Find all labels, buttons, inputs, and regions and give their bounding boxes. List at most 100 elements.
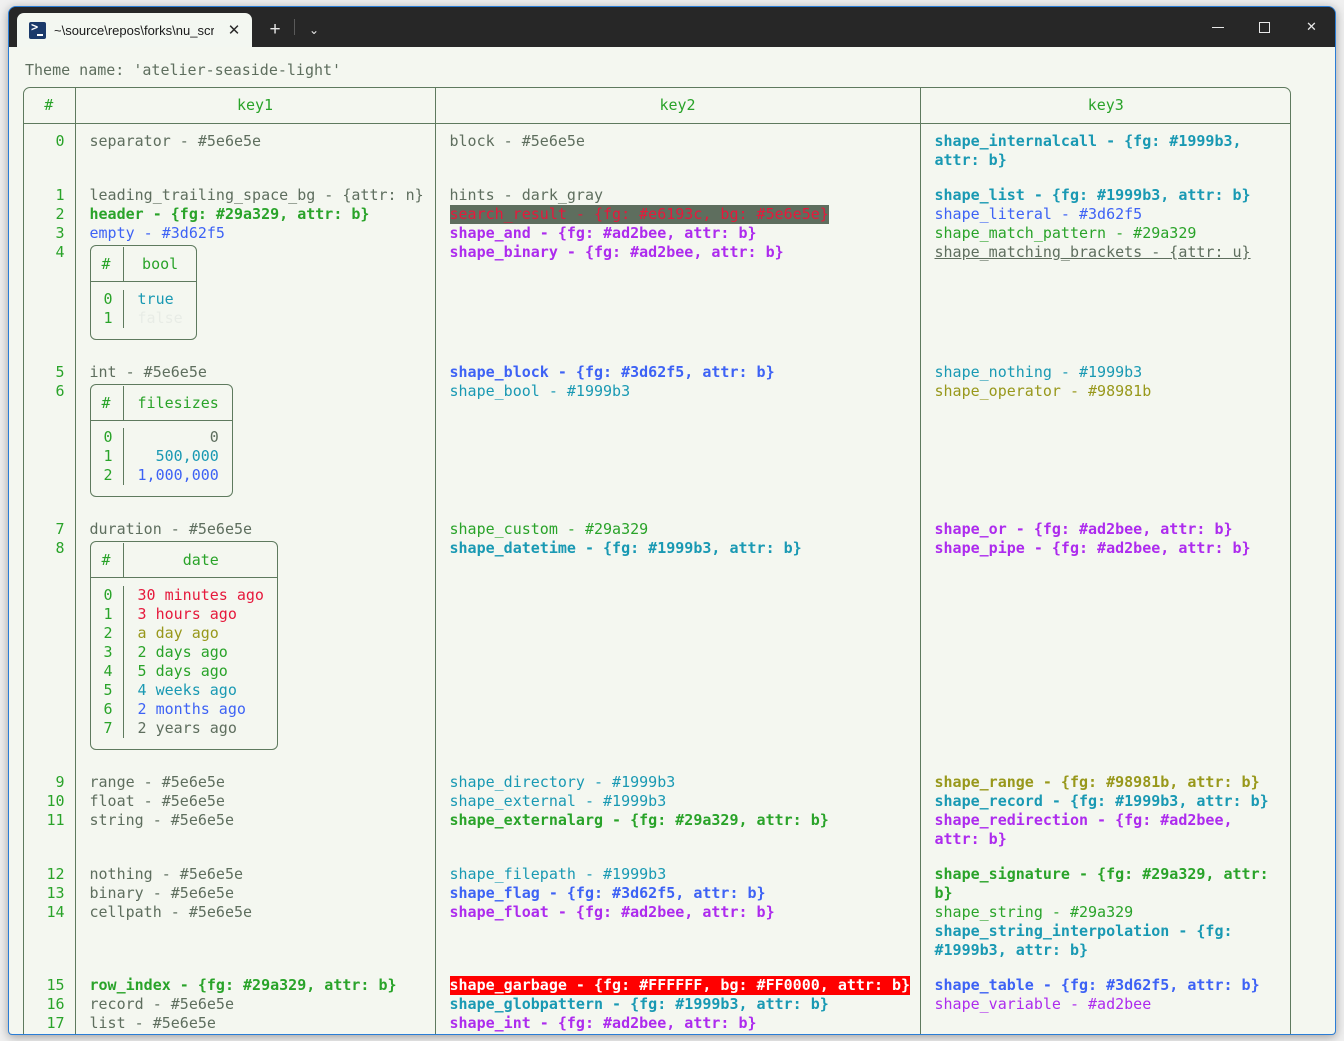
row-index-cell: 0 — [23, 123, 76, 178]
nested-table-row: 0 30 minutes ago — [89, 585, 278, 605]
theme-entry: shape_custom - #29a329 — [449, 520, 649, 538]
table-row: 1 2 3 4 leading_trailing_space_bg - {attr: n… — [23, 178, 1291, 355]
minimize-icon — [1211, 26, 1224, 28]
nested-row-index: 7 — [89, 718, 124, 738]
cell-key1: duration - #5e6e5e # date 0 30 minutes ago 1 3… — [75, 512, 436, 765]
theme-entry: shape_flag - {fg: #3d62f5, attr: b} — [449, 883, 766, 902]
theme-entry: shape_bool - #1999b3 — [449, 381, 631, 400]
close-tab-icon[interactable]: ✕ — [224, 20, 244, 40]
row-index: 12 — [46, 864, 65, 883]
theme-entry: foreground - #5e6e5e — [935, 1033, 1284, 1035]
nested-row-index: 1 — [89, 447, 124, 466]
theme-entry — [935, 1014, 1284, 1033]
theme-entry: block - #5e6e5e — [449, 132, 585, 150]
row-index: 18 — [23, 1033, 64, 1035]
theme-entry: shape_binary - {fg: #ad2bee, attr: b} — [449, 243, 784, 261]
table-row: 7 8 duration - #5e6e5e # date 0 30 minutes ago… — [23, 512, 1291, 765]
nested-row-value: 0 — [209, 428, 219, 446]
minimize-button[interactable] — [1194, 7, 1241, 47]
nested-table-row: 2 a day ago — [89, 623, 278, 643]
table-row: 9 10 11 range - #5e6e5e float - #5e6e5e strin… — [23, 764, 1291, 857]
maximize-button[interactable] — [1241, 7, 1288, 47]
terminal-output[interactable]: Theme name: 'atelier-seaside-light' # ke… — [9, 47, 1335, 1034]
tab-title: ~\source\repos\forks\nu_scrip — [54, 22, 214, 38]
nested-table-row: 2 1,000,000 — [89, 466, 233, 485]
nested-header-index: # — [89, 385, 124, 421]
nested-table-row: 4 5 days ago — [89, 661, 278, 681]
nested-header-index: # — [89, 543, 124, 578]
row-index: 14 — [46, 902, 65, 921]
cell-key3: shape_or - {fg: #ad2bee, attr: b} shape_p… — [920, 512, 1291, 765]
row-index: 9 — [55, 772, 65, 791]
header-index: # — [23, 87, 76, 124]
nested-row-value: a day ago — [137, 623, 219, 642]
cell-key2: hints - dark_gray search_result - {fg: #e… — [435, 178, 921, 355]
nested-row-index: 3 — [89, 642, 124, 662]
table-row: 12 13 14 nothing - #5e6e5e binary - #5e6e5e c… — [23, 856, 1291, 968]
nested-row-index: 2 — [89, 623, 124, 643]
new-tab-button[interactable]: + — [258, 13, 292, 47]
tab-active[interactable]: ~\source\repos\forks\nu_scrip ✕ — [17, 13, 252, 47]
nested-table-row: 00 — [89, 428, 233, 447]
cell-key3: shape_signature - {fg: #29a329, attr: b}… — [920, 857, 1291, 968]
cell-key1: range - #5e6e5e float - #5e6e5e string - #… — [75, 764, 436, 857]
theme-entry: search_result - {fg: #e6193c, bg: #5e6e5… — [449, 205, 829, 224]
row-index: 13 — [46, 883, 65, 902]
header-key2: key2 — [435, 87, 921, 124]
table-body: 0 separator - #5e6e5e block - #5e6e5e shape… — [23, 123, 1291, 1035]
nested-row-index: 5 — [89, 680, 124, 700]
header-key1: key1 — [75, 87, 436, 124]
cell-key2: shape_directory - #1999b3 shape_external … — [435, 764, 921, 857]
row-index: 2 — [55, 205, 65, 223]
row-index: 15 — [46, 975, 65, 994]
nested-row-index: 0 — [89, 428, 124, 447]
theme-entry: shape_string - #29a329 — [934, 902, 1134, 921]
cell-key3: shape_list - {fg: #1999b3, attr: b} shape… — [920, 178, 1291, 355]
theme-entry: block - #5e6e5e — [90, 1033, 427, 1035]
theme-entry: shape_matching_brackets - {attr: u} — [934, 243, 1251, 261]
theme-entry: shape_or - {fg: #ad2bee, attr: b} — [934, 520, 1233, 538]
close-button[interactable]: ✕ — [1288, 7, 1335, 47]
nested-table-row: 7 2 years ago — [89, 718, 278, 738]
nested-table-row: 1 3 hours ago — [89, 604, 278, 624]
theme-entry: shape_string_interpolation - {fg: #1999b… — [934, 921, 1242, 959]
nested-row-value: true — [137, 289, 174, 308]
theme-entry: shape_internalcall - {fg: #1999b3, attr:… — [934, 132, 1251, 169]
cell-key3: shape_table - {fg: #3d62f5, attr: b} shap… — [920, 968, 1291, 1035]
theme-entry: separator - #5e6e5e — [89, 132, 262, 150]
cell-key1: leading_trailing_space_bg - {attr: n} hea… — [75, 178, 436, 355]
row-index: 4 — [55, 243, 65, 261]
theme-table: # key1 key2 key3 0 separator - #5e6e5e blo… — [23, 87, 1291, 1034]
tab-separator — [294, 19, 295, 35]
table-header-row: # key1 key2 key3 — [23, 87, 1291, 124]
theme-entry: shape_variable - #ad2bee — [934, 994, 1152, 1013]
row-index: 8 — [55, 539, 65, 557]
row-index: 3 — [55, 224, 65, 242]
theme-entry: record - #5e6e5e — [89, 994, 235, 1013]
cell-key1: nothing - #5e6e5e binary - #5e6e5e cellpat… — [75, 856, 436, 968]
nested-row-index: 0 — [89, 289, 124, 309]
theme-entry: shape_operator - #98981b — [934, 381, 1152, 400]
theme-entry: cellpath - #5e6e5e — [89, 902, 253, 921]
cell-key2: shape_custom - #29a329 shape_datetime - {… — [435, 512, 921, 765]
theme-entry: shape_datetime - {fg: #1999b3, attr: b} — [449, 539, 802, 557]
chevron-down-icon[interactable]: ⌄ — [297, 13, 331, 47]
cell-key2: shape_block - {fg: #3d62f5, attr: b} shap… — [435, 354, 921, 512]
nested-table: # date 0 30 minutes ago 1 3 hours ago 2 a day a… — [89, 541, 278, 750]
nested-row-value: 30 minutes ago — [137, 585, 264, 604]
theme-entry: leading_trailing_space_bg - {attr: n} — [89, 186, 424, 204]
theme-entry: shape_float - {fg: #ad2bee, attr: b} — [449, 902, 775, 921]
theme-entry: range - #5e6e5e — [89, 772, 225, 791]
tab-strip: ~\source\repos\forks\nu_scrip ✕ + ⌄ — [9, 7, 331, 47]
row-index: 7 — [55, 520, 65, 538]
cell-key1: row_index - {fg: #29a329, attr: b} record… — [75, 967, 436, 1035]
powershell-icon — [29, 20, 46, 39]
theme-entry: shape_record - {fg: #1999b3, attr: b} — [934, 791, 1269, 810]
theme-table-wrapper: # key1 key2 key3 0 separator - #5e6e5e blo… — [23, 87, 1291, 1034]
theme-entry: shape_externalarg - {fg: #29a329, attr: … — [449, 810, 829, 829]
nested-header-value: filesizes — [123, 385, 233, 421]
nested-header-value: bool — [123, 247, 197, 282]
theme-entry: list - #5e6e5e — [89, 1013, 216, 1032]
row-index-cell: 15161718 — [23, 967, 76, 1035]
nested-row-index: 2 — [89, 466, 124, 485]
